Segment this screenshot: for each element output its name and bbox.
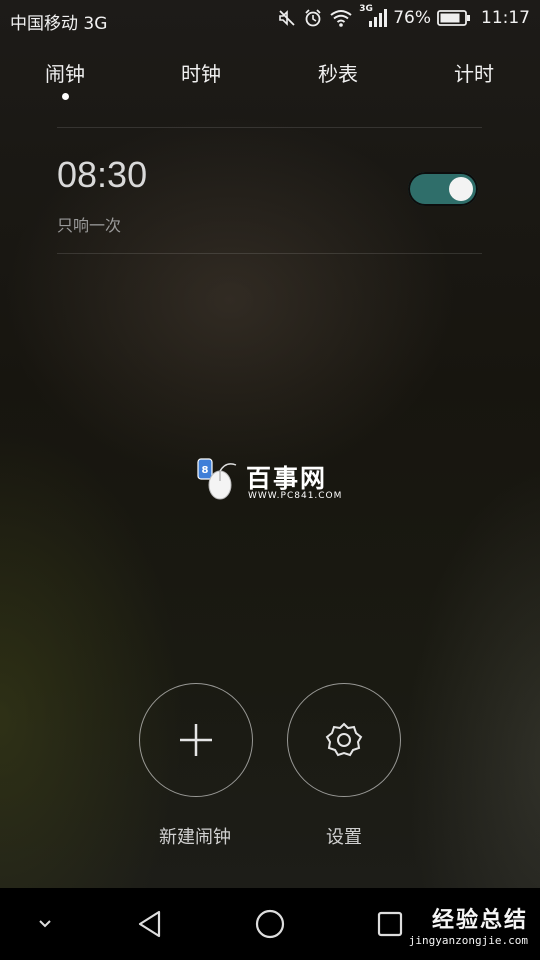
selected-tab-indicator xyxy=(62,93,69,100)
muted-icon xyxy=(279,10,295,26)
recents-button[interactable] xyxy=(370,906,410,942)
new-alarm-label: 新建闹钟 xyxy=(159,827,231,848)
wifi-icon xyxy=(330,10,352,27)
mouse-logo-icon: 8 xyxy=(197,458,237,500)
clock-time: 11:17 xyxy=(481,8,530,28)
tab-clock[interactable]: 时钟 xyxy=(151,58,251,87)
svg-text:8: 8 xyxy=(202,465,209,476)
alarm-item[interactable]: 08:30 只响一次 xyxy=(57,128,482,253)
chevron-down-icon xyxy=(39,920,51,928)
brand-sub-text: jingyanzongjie.com xyxy=(408,934,528,947)
toggle-knob xyxy=(449,177,473,201)
status-bar: 中国移动 3G 3G 76% 11:17 xyxy=(0,0,540,38)
brand-main-text: 经验总结 xyxy=(431,908,528,933)
plus-icon xyxy=(180,724,212,756)
tab-bar: 闹钟 时钟 秒表 计时 xyxy=(0,58,540,108)
brand-watermark: 经验总结 jingyanzongjie.com xyxy=(409,902,528,947)
hide-nav-button[interactable] xyxy=(25,906,65,942)
divider-bottom xyxy=(57,253,482,254)
watermark: 8 百事网 WWW.PC841.COM xyxy=(196,455,356,505)
alarm-icon xyxy=(305,9,321,27)
gear-icon xyxy=(325,722,363,757)
new-alarm-button[interactable] xyxy=(139,683,253,797)
back-button[interactable] xyxy=(130,906,170,942)
watermark-text: 百事网 xyxy=(246,464,328,493)
home-button[interactable] xyxy=(250,906,290,942)
battery-icon xyxy=(437,10,470,26)
alarm-repeat-label: 只响一次 xyxy=(57,216,122,235)
signal-icon: 3G xyxy=(359,4,388,28)
tab-stopwatch[interactable]: 秒表 xyxy=(288,58,388,87)
back-icon xyxy=(138,910,161,938)
status-icons: 3G 76% 11:17 xyxy=(277,4,530,28)
carrier-label: 中国移动 3G xyxy=(10,14,108,34)
watermark-url: WWW.PC841.COM xyxy=(248,491,343,501)
settings-button[interactable] xyxy=(287,683,401,797)
tab-alarm[interactable]: 闹钟 xyxy=(15,58,115,87)
battery-percent: 76% xyxy=(393,8,431,28)
navigation-bar: 经验总结 jingyanzongjie.com xyxy=(0,888,540,960)
settings-label: 设置 xyxy=(326,827,362,848)
home-icon xyxy=(255,909,285,939)
recents-icon xyxy=(377,911,403,937)
alarm-toggle[interactable] xyxy=(408,172,478,206)
tab-timer[interactable]: 计时 xyxy=(424,58,524,87)
alarm-time: 08:30 xyxy=(57,154,148,195)
